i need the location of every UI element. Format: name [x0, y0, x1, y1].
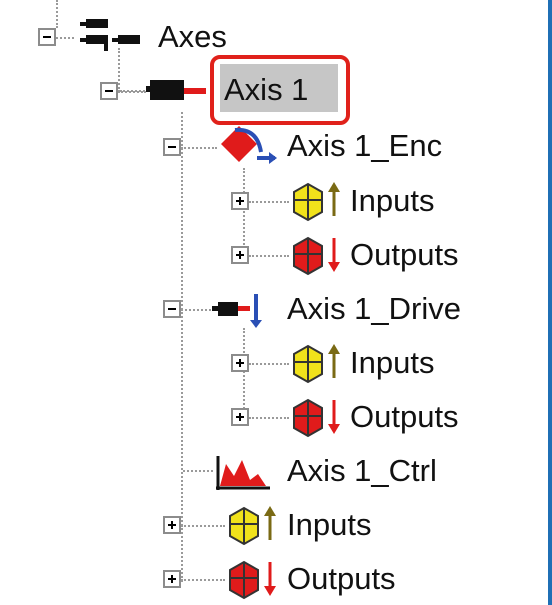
- encoder-icon: [221, 126, 277, 164]
- tree-view-panel: Axes Axis 1 Axis 1_Enc Inputs Outputs Ax…: [0, 0, 552, 605]
- drive-inputs-label[interactable]: Inputs: [350, 343, 434, 383]
- tree-guide-line: [249, 363, 289, 365]
- tree-guide-line: [181, 147, 217, 149]
- tree-guide-line: [183, 470, 213, 472]
- expand-encoder-inputs-expander[interactable]: [231, 192, 249, 210]
- axis-motor-icon: [146, 80, 206, 100]
- outputs-icon: [293, 398, 340, 438]
- inputs-icon: [293, 182, 340, 222]
- axis-outputs-label[interactable]: Outputs: [287, 559, 396, 599]
- tree-guide-line: [181, 309, 211, 311]
- collapse-drive-expander[interactable]: [163, 300, 181, 318]
- inputs-icon: [229, 506, 276, 546]
- collapse-encoder-expander[interactable]: [163, 138, 181, 156]
- axes-label[interactable]: Axes: [158, 17, 227, 57]
- tree-guide-line: [118, 91, 146, 93]
- encoder-outputs-label[interactable]: Outputs: [350, 235, 459, 275]
- collapse-axes-expander[interactable]: [38, 28, 56, 46]
- drive-icon: [212, 294, 262, 328]
- controller-label[interactable]: Axis 1_Ctrl: [287, 451, 437, 491]
- drive-label[interactable]: Axis 1_Drive: [287, 289, 461, 329]
- encoder-inputs-label[interactable]: Inputs: [350, 181, 434, 221]
- tree-guide-line: [56, 0, 58, 28]
- expand-axis-inputs-expander[interactable]: [163, 516, 181, 534]
- drive-outputs-label[interactable]: Outputs: [350, 397, 459, 437]
- axis1-label[interactable]: Axis 1: [224, 70, 308, 110]
- inputs-icon: [293, 344, 340, 384]
- collapse-axis1-expander[interactable]: [100, 82, 118, 100]
- axes-group-icon: [80, 19, 140, 51]
- expand-axis-outputs-expander[interactable]: [163, 570, 181, 588]
- encoder-label[interactable]: Axis 1_Enc: [287, 126, 442, 166]
- expand-drive-inputs-expander[interactable]: [231, 354, 249, 372]
- outputs-icon: [293, 236, 340, 276]
- outputs-icon: [229, 560, 276, 600]
- tree-guide-line: [249, 201, 289, 203]
- tree-guide-line: [181, 525, 225, 527]
- expand-drive-outputs-expander[interactable]: [231, 408, 249, 426]
- tree-guide-line: [181, 112, 183, 582]
- tree-guide-line: [56, 37, 74, 39]
- axes-tree: Axes Axis 1 Axis 1_Enc Inputs Outputs Ax…: [0, 0, 548, 605]
- axis-inputs-label[interactable]: Inputs: [287, 505, 371, 545]
- tree-guide-line: [249, 417, 289, 419]
- tree-guide-line: [243, 168, 245, 252]
- tree-guide-line: [181, 579, 225, 581]
- tree-guide-line: [249, 255, 289, 257]
- controller-icon: [216, 456, 270, 490]
- expand-encoder-outputs-expander[interactable]: [231, 246, 249, 264]
